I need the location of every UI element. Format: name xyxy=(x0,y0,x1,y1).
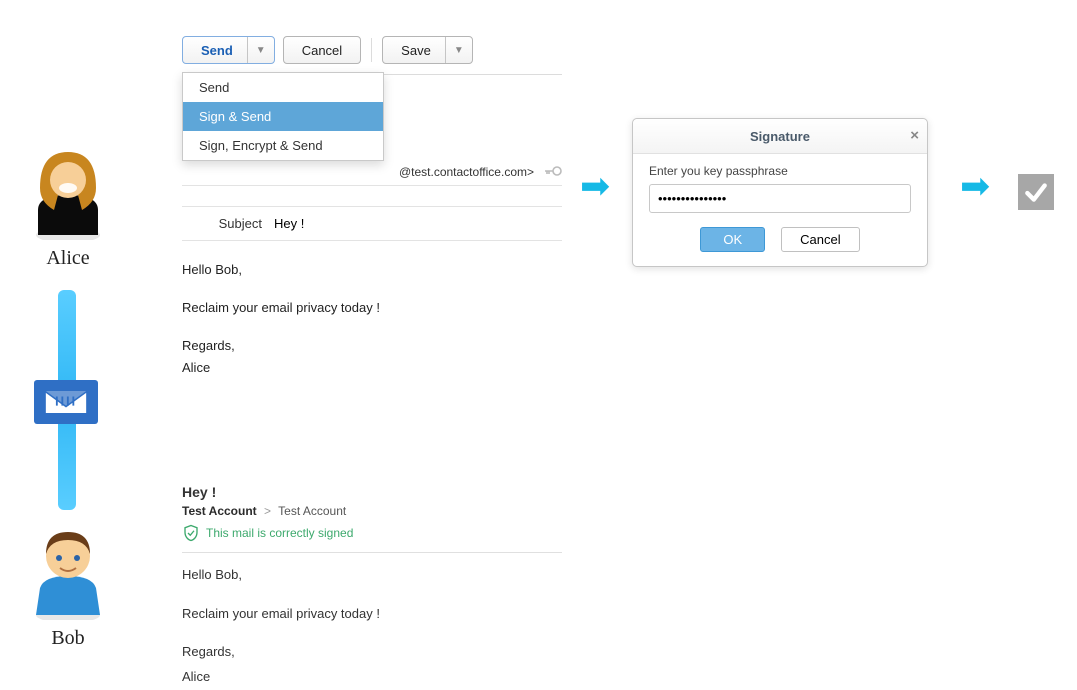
divider xyxy=(182,552,562,553)
received-fromline: Test Account > Test Account xyxy=(182,504,562,518)
mailfence-logo xyxy=(34,380,98,424)
received-from: Test Account xyxy=(182,504,257,518)
received-body: Hello Bob, Reclaim your email privacy to… xyxy=(182,563,562,690)
compose-body[interactable]: Hello Bob, Reclaim your email privacy to… xyxy=(182,259,562,379)
key-icon xyxy=(544,164,562,180)
ok-button[interactable]: OK xyxy=(700,227,765,252)
compose-panel: Send ▼ Cancel Save ▼ Send Sign & Send Si… xyxy=(182,36,562,379)
success-check-icon xyxy=(1018,174,1054,210)
send-button[interactable]: Send ▼ xyxy=(182,36,275,64)
dialog-title: Signature xyxy=(750,129,810,144)
chevron-down-icon[interactable]: ▼ xyxy=(445,37,472,63)
arrow-right-icon: ➡ xyxy=(960,165,990,207)
send-option-sign-and-send[interactable]: Sign & Send xyxy=(183,102,383,131)
received-to: Test Account xyxy=(278,504,346,518)
avatar-alice-icon xyxy=(18,140,118,240)
close-icon[interactable]: × xyxy=(910,127,919,144)
to-address: @test.contactoffice.com> xyxy=(182,165,540,179)
send-option-sign-encrypt-send[interactable]: Sign, Encrypt & Send xyxy=(183,131,383,160)
avatar-bob-icon xyxy=(18,520,118,620)
alice-label: Alice xyxy=(18,247,118,270)
alice-figure: Alice xyxy=(18,140,118,270)
arrow-right-icon: ➡ xyxy=(580,165,610,207)
compose-toolbar: Send ▼ Cancel Save ▼ Send Sign & Send Si… xyxy=(182,36,562,75)
toolbar-divider xyxy=(371,38,372,62)
subject-row: Subject xyxy=(182,207,562,241)
shield-check-icon xyxy=(182,524,200,542)
signature-verified: This mail is correctly signed xyxy=(182,524,562,542)
received-subject: Hey ! xyxy=(182,484,562,500)
cc-address-row xyxy=(182,186,562,207)
signature-dialog: Signature × Enter you key passphrase OK … xyxy=(632,118,928,267)
send-option-send[interactable]: Send xyxy=(183,73,383,102)
send-button-label: Send xyxy=(201,43,233,58)
send-dropdown: Send Sign & Send Sign, Encrypt & Send xyxy=(182,72,384,161)
save-button[interactable]: Save ▼ xyxy=(382,36,473,64)
passphrase-input[interactable] xyxy=(649,184,911,213)
bob-figure: Bob xyxy=(18,520,118,650)
received-panel: Hey ! Test Account > Test Account This m… xyxy=(182,484,562,690)
bob-label: Bob xyxy=(18,627,118,650)
subject-label: Subject xyxy=(182,216,270,231)
chevron-down-icon[interactable]: ▼ xyxy=(247,37,274,63)
cancel-button[interactable]: Cancel xyxy=(283,36,361,64)
dialog-cancel-button[interactable]: Cancel xyxy=(781,227,859,252)
dialog-prompt: Enter you key passphrase xyxy=(649,164,911,178)
to-address-row: @test.contactoffice.com> xyxy=(182,159,562,186)
subject-input[interactable] xyxy=(270,212,562,235)
dialog-titlebar: Signature × xyxy=(633,119,927,154)
